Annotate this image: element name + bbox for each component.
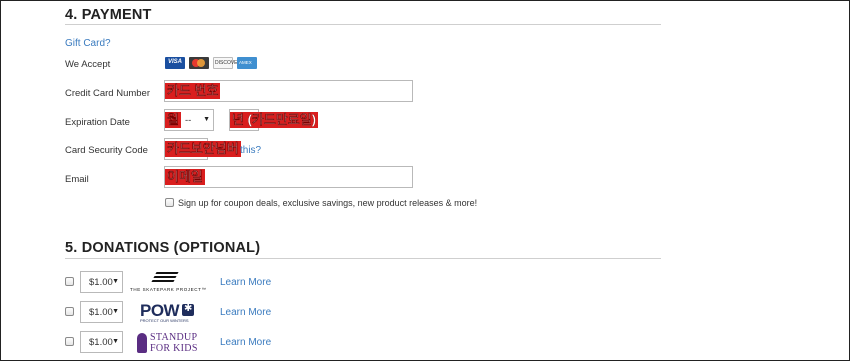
we-accept-label: We Accept (65, 59, 111, 70)
month-overlay: 월 (165, 112, 181, 128)
pow-logo: POW ✱ PROTECT OUR WINTERS (140, 301, 200, 325)
credit-card-label: Credit Card Number (65, 88, 150, 99)
skatepark-logo-text: THE SKATEPARK PROJECT™ (130, 287, 207, 292)
donation-checkbox-pow[interactable] (65, 307, 74, 316)
year-overlay: 년 (카드만료일) (230, 112, 319, 128)
donation-amount-value: $1.00 (89, 337, 113, 348)
donation-amount-value: $1.00 (89, 277, 113, 288)
visa-icon: VISA (165, 57, 185, 69)
chevron-down-icon: ▼ (112, 278, 119, 285)
expiration-date-label: Expiration Date (65, 117, 130, 128)
chevron-down-icon: ▼ (203, 116, 210, 123)
signup-text: Sign up for coupon deals, exclusive savi… (178, 198, 478, 208)
amex-icon: AMEX (237, 57, 257, 69)
email-label: Email (65, 174, 89, 185)
standup-for-kids-logo: STANDUP FOR KIDS (137, 331, 207, 357)
discover-icon: DISCOVER (213, 57, 241, 69)
standup-logo-text: STANDUP (150, 332, 198, 343)
figure-icon (137, 333, 147, 353)
email-overlay: 이메일 (165, 169, 205, 185)
pow-logo-subtext: PROTECT OUR WINTERS (140, 318, 189, 323)
month-select-value: -- (185, 115, 192, 126)
donation-amount-value: $1.00 (89, 307, 113, 318)
mastercard-icon (189, 57, 209, 69)
learn-more-link-pow[interactable]: Learn More (220, 307, 271, 318)
skatepark-project-logo: THE SKATEPARK PROJECT™ (130, 270, 207, 294)
credit-card-overlay: 카드 번호 (165, 83, 221, 99)
donation-amount-select-pow[interactable]: $1.00 ▼ (80, 301, 123, 323)
chevron-down-icon: ▼ (112, 308, 119, 315)
chevron-down-icon: ▼ (112, 338, 119, 345)
donation-checkbox-skatepark[interactable] (65, 277, 74, 286)
security-code-overlay: 카드보안넘버 (165, 141, 241, 157)
page-frame (0, 0, 850, 361)
donations-section-title: 5. DONATIONS (OPTIONAL) (65, 240, 261, 256)
security-help-link[interactable]: this? (240, 145, 261, 156)
gift-card-link[interactable]: Gift Card? (65, 38, 111, 49)
donation-amount-select-skatepark[interactable]: $1.00 ▼ (80, 271, 123, 293)
snowflake-icon: ✱ (182, 303, 194, 316)
standup-logo-subtext: FOR KIDS (150, 343, 198, 354)
donation-amount-select-standup[interactable]: $1.00 ▼ (80, 331, 123, 353)
learn-more-link-skatepark[interactable]: Learn More (220, 277, 271, 288)
signup-checkbox[interactable] (165, 198, 174, 207)
security-code-label: Card Security Code (65, 145, 148, 156)
payment-section-title: 4. PAYMENT (65, 7, 152, 23)
learn-more-link-standup[interactable]: Learn More (220, 337, 271, 348)
donation-checkbox-standup[interactable] (65, 337, 74, 346)
donations-divider (65, 258, 661, 259)
payment-divider (65, 24, 661, 25)
